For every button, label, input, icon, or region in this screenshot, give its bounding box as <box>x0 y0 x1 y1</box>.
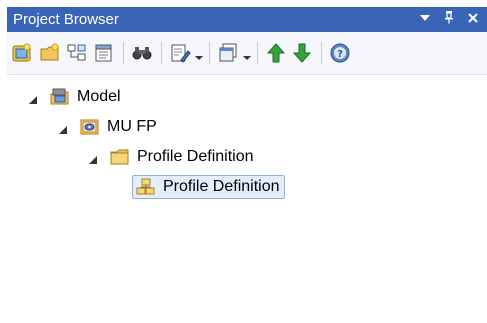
dropdown-icon[interactable] <box>417 10 433 28</box>
tree-node-label: Profile Definition <box>137 148 254 165</box>
model-root-icon <box>50 88 70 106</box>
tree-node-label: Profile Definition <box>163 178 280 195</box>
expand-arrow-icon[interactable] <box>58 122 68 134</box>
project-tree: Model MU FP Profile Definition Profile D… <box>7 76 487 323</box>
project-browser-panel: Project Browser ? Model MU FP Profile De… <box>0 0 487 323</box>
find-icon[interactable] <box>131 42 153 64</box>
new-package-icon[interactable] <box>39 42 61 64</box>
expand-arrow-icon[interactable] <box>28 92 38 104</box>
tree-node-model[interactable]: Model <box>28 86 121 108</box>
svg-text:?: ? <box>337 49 343 60</box>
profile-diagram-icon <box>135 178 155 196</box>
panel-title: Project Browser <box>13 11 119 28</box>
panel-left-edge <box>0 32 7 323</box>
toolbar-separator <box>257 42 258 64</box>
close-icon[interactable] <box>465 10 481 28</box>
chevron-down-icon[interactable] <box>195 49 203 60</box>
window-icon[interactable] <box>217 42 239 64</box>
toolbar: ? <box>7 32 487 75</box>
new-diagram-icon[interactable] <box>66 42 88 64</box>
new-element-icon[interactable] <box>93 42 115 64</box>
tree-node-profile-definition-diagram[interactable]: Profile Definition <box>132 175 285 199</box>
title-bar: Project Browser <box>7 7 487 32</box>
toolbar-separator <box>123 42 124 64</box>
tree-node-label: Model <box>77 88 121 105</box>
expand-arrow-icon[interactable] <box>88 152 98 164</box>
toolbar-separator <box>321 42 322 64</box>
tree-node-profile-definition-package[interactable]: Profile Definition <box>88 146 254 168</box>
chevron-down-icon[interactable] <box>243 49 251 60</box>
folder-icon <box>110 148 130 166</box>
tree-node-label: MU FP <box>107 118 157 135</box>
move-up-icon[interactable] <box>265 42 287 64</box>
toolbar-separator <box>161 42 162 64</box>
help-icon[interactable]: ? <box>329 42 351 64</box>
tree-node-mu-fp[interactable]: MU FP <box>58 116 157 138</box>
pin-icon[interactable] <box>441 10 457 28</box>
edit-icon[interactable] <box>169 42 191 64</box>
selection-highlight: Profile Definition <box>132 175 285 199</box>
toolbar-separator <box>209 42 210 64</box>
new-model-icon[interactable] <box>11 42 33 64</box>
move-down-icon[interactable] <box>291 42 313 64</box>
view-package-icon <box>80 118 100 136</box>
